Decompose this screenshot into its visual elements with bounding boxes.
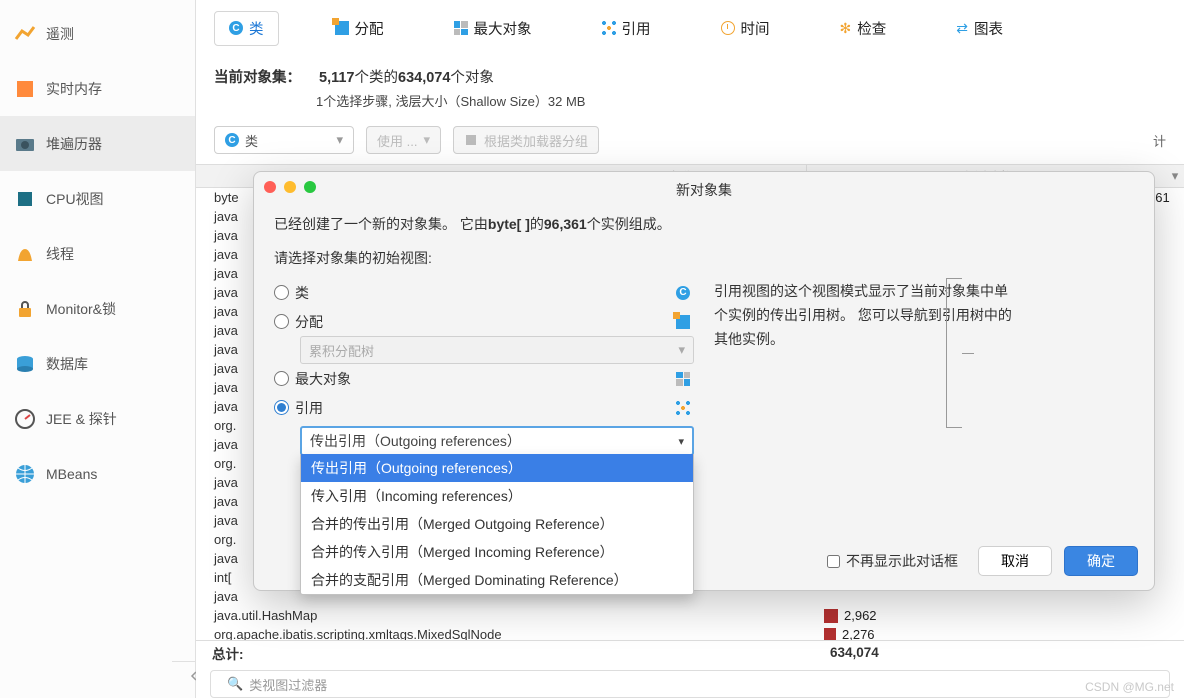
sidebar-item-database[interactable]: 数据库 <box>0 336 195 391</box>
globe-icon <box>14 463 36 485</box>
table-row[interactable]: java.util.HashMap2,962 <box>198 606 1184 625</box>
alloc-tree-select[interactable]: 累积分配树▾ <box>300 336 694 364</box>
radio-class[interactable]: 类C <box>274 278 694 307</box>
current-set-label: 当前对象集： <box>214 66 301 87</box>
class-icon: C <box>225 133 239 147</box>
calc-label: 计 <box>1153 131 1166 150</box>
totals-value: 634,074 <box>824 645 1184 660</box>
livemem-icon <box>14 78 36 100</box>
sidebar-item-label: 实时内存 <box>46 79 102 99</box>
new-objectset-dialog: 新对象集 已经创建了一个新的对象集。 它由byte[ ]的96,361个实例组成… <box>253 171 1155 591</box>
tab-chart[interactable]: ⇄图表 <box>942 12 1017 45</box>
cancel-button[interactable]: 取消 <box>978 546 1052 576</box>
dialog-title: 新对象集 <box>254 172 1154 204</box>
ref-option[interactable]: 合并的传出引用（Merged Outgoing Reference） <box>301 510 693 538</box>
tab-class[interactable]: C类 <box>214 11 279 46</box>
row-count: 2,962 <box>824 608 1184 623</box>
ref-icon <box>676 401 690 415</box>
tab-ref[interactable]: 引用 <box>588 12 665 45</box>
chevron-down-icon: ▾ <box>678 435 684 448</box>
chart-icon: ⇄ <box>956 20 968 37</box>
group-button[interactable]: 根据类加载器分组 <box>453 126 599 154</box>
view-description: 引用视图的这个视图模式显示了当前对象集中单个实例的传出引用树。 您可以导航到引用… <box>714 278 1014 456</box>
totals-label: 总计: <box>196 643 824 663</box>
ref-option[interactable]: 合并的传入引用（Merged Incoming Reference） <box>301 538 693 566</box>
row-count: 2,276 <box>824 627 1184 640</box>
alloc-icon <box>676 315 690 329</box>
tab-inspect[interactable]: ✻检查 <box>826 12 901 45</box>
use-button[interactable]: 使用 ...▾ <box>366 126 441 154</box>
chevron-down-icon: ▾ <box>336 132 343 148</box>
loader-icon <box>464 133 478 147</box>
tabs: C类 分配 最大对象 引用 时间 ✻检查 ⇄图表 <box>196 0 1184 60</box>
database-icon <box>14 353 36 375</box>
biggest-icon <box>454 21 468 35</box>
row-name: org.apache.ibatis.scripting.xmltags.Mixe… <box>198 627 824 640</box>
biggest-icon <box>676 372 690 386</box>
class-icon: C <box>676 286 690 300</box>
ref-option[interactable]: 合并的支配引用（Merged Dominating Reference） <box>301 566 693 594</box>
totals-row: 总计: 634,074 <box>196 640 1184 664</box>
ref-type-options: 传出引用（Outgoing references）传入引用（Incoming r… <box>300 454 694 595</box>
radio-biggest[interactable]: 最大对象 <box>274 364 694 393</box>
sidebar-item-label: 数据库 <box>46 354 88 374</box>
clock-icon <box>721 21 735 35</box>
ref-icon <box>602 21 616 35</box>
threads-icon <box>14 243 36 265</box>
chevron-down-icon: ▾ <box>678 342 685 358</box>
sidebar-item-monitor[interactable]: Monitor&锁 <box>0 281 195 336</box>
class-icon: C <box>229 21 243 35</box>
toolbar: C类▾ 使用 ...▾ 根据类加载器分组 计 <box>196 120 1184 164</box>
alloc-icon <box>335 21 349 35</box>
watermark: CSDN @MG.net <box>1085 680 1174 694</box>
search-icon: 🔍 <box>227 676 243 692</box>
dialog-message: 已经创建了一个新的对象集。 它由byte[ ]的96,361个实例组成。 <box>274 214 1134 234</box>
sidebar-item-cpu[interactable]: CPU视图 <box>0 171 195 226</box>
sidebar-item-label: JEE & 探针 <box>46 409 117 429</box>
dont-show-checkbox[interactable]: 不再显示此对话框 <box>827 551 958 571</box>
row-name: java.util.HashMap <box>198 608 824 623</box>
table-row[interactable]: org.apache.ibatis.scripting.xmltags.Mixe… <box>198 625 1184 640</box>
sidebar-item-threads[interactable]: 线程 <box>0 226 195 281</box>
filter-placeholder: 类视图过滤器 <box>249 675 327 694</box>
sidebar-item-label: MBeans <box>46 466 97 482</box>
sidebar-item-jee[interactable]: JEE & 探针 <box>0 391 195 446</box>
radio-ref[interactable]: 引用 <box>274 393 694 422</box>
sort-caret-icon[interactable]: ▾ <box>1166 168 1184 184</box>
camera-icon <box>14 133 36 155</box>
sidebar-item-label: 堆遍历器 <box>46 134 102 154</box>
info-summary: 5,117个类的634,074个对象 <box>319 66 494 87</box>
sidebar-item-label: CPU视图 <box>46 189 104 209</box>
tab-time[interactable]: 时间 <box>707 12 784 45</box>
lock-icon <box>14 298 36 320</box>
sidebar: 遥测 实时内存 堆遍历器 CPU视图 线程 Monitor&锁 数据库 JEE … <box>0 0 196 698</box>
tab-biggest[interactable]: 最大对象 <box>440 12 546 45</box>
sidebar-item-label: Monitor&锁 <box>46 299 116 319</box>
ok-button[interactable]: 确定 <box>1064 546 1138 576</box>
chevron-down-icon: ▾ <box>423 132 430 148</box>
telemetry-icon <box>14 23 36 45</box>
probe-icon <box>14 408 36 430</box>
info-bar: 当前对象集： 5,117个类的634,074个对象 <box>196 60 1184 89</box>
sidebar-item-label: 遥测 <box>46 24 74 44</box>
cpu-icon <box>14 188 36 210</box>
ref-option[interactable]: 传出引用（Outgoing references） <box>301 454 693 482</box>
ref-type-select[interactable]: 传出引用（Outgoing references）▾ <box>300 426 694 456</box>
radio-alloc[interactable]: 分配 <box>274 307 694 336</box>
bracket-decoration <box>946 278 962 428</box>
class-selector[interactable]: C类▾ <box>214 126 354 154</box>
sidebar-item-livemem[interactable]: 实时内存 <box>0 61 195 116</box>
bracket-handle <box>962 353 974 354</box>
info-sub: 1个选择步骤, 浅层大小（Shallow Size）32 MB <box>196 89 1184 120</box>
filter-bar[interactable]: 🔍 类视图过滤器 <box>210 670 1170 698</box>
tab-alloc[interactable]: 分配 <box>321 12 398 45</box>
sidebar-item-label: 线程 <box>46 244 74 264</box>
dialog-subtitle: 请选择对象集的初始视图: <box>274 248 1134 268</box>
sidebar-item-mbeans[interactable]: MBeans <box>0 446 195 501</box>
sidebar-item-telemetry[interactable]: 遥测 <box>0 6 195 61</box>
ref-option[interactable]: 传入引用（Incoming references） <box>301 482 693 510</box>
sidebar-item-heapwalker[interactable]: 堆遍历器 <box>0 116 195 171</box>
gear-icon: ✻ <box>840 20 852 37</box>
